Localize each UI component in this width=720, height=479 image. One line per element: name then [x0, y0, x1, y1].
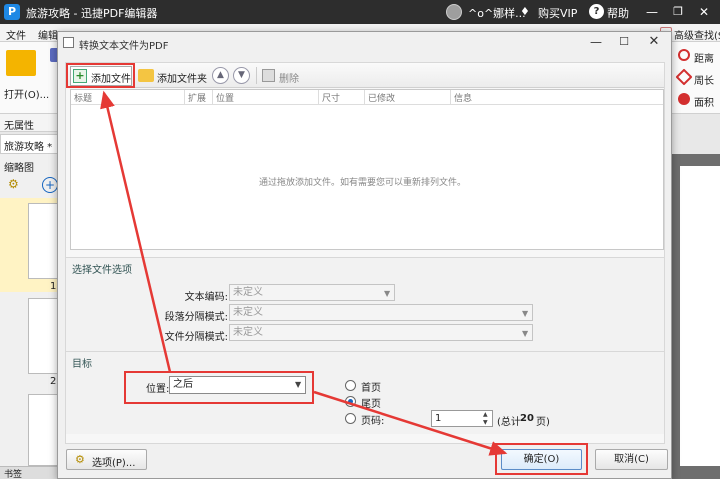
app-logo-icon: P — [4, 4, 20, 20]
ok-highlight-box — [495, 443, 588, 475]
help-button[interactable]: 帮助 — [607, 5, 629, 21]
dialog-toolbar — [66, 63, 664, 88]
dialog-minimize-button[interactable]: — — [586, 34, 606, 50]
radio-last-page-label[interactable]: 尾页 — [361, 395, 381, 410]
document-tab-label: 旅游攻略 * — [4, 142, 53, 153]
delete-button[interactable]: 删除 — [279, 70, 299, 85]
options-label: 选项(P)... — [92, 458, 136, 469]
radio-first-page-label[interactable]: 首页 — [361, 379, 381, 394]
thumbnail-page-number: 1 — [50, 281, 57, 292]
gear-icon: ⚙ — [75, 453, 85, 466]
column-separator[interactable] — [450, 90, 451, 105]
cancel-button[interactable]: 取消(C) — [595, 449, 668, 470]
radio-page-number[interactable] — [345, 413, 356, 424]
document-page[interactable] — [680, 166, 720, 466]
stepper-down-icon[interactable]: ▼ — [483, 419, 488, 426]
radio-first-page[interactable] — [345, 380, 356, 391]
column-separator[interactable] — [184, 90, 185, 105]
dialog-title: 转换文本文件为PDF — [79, 41, 169, 52]
thumbnail-page-number: 2 — [50, 376, 57, 387]
vip-icon[interactable]: ♦ — [520, 5, 530, 18]
file-split-select[interactable]: 未定义 — [229, 324, 533, 341]
dialog-icon — [63, 37, 74, 48]
paragraph-split-label: 段落分隔模式: — [164, 312, 228, 323]
area-tool[interactable]: 面积 — [694, 94, 714, 109]
add-folder-button[interactable]: 添加文件夹 — [157, 70, 207, 85]
menu-edit[interactable]: 编辑 — [38, 27, 58, 42]
dialog-close-button[interactable]: ✕ — [644, 34, 664, 50]
file-list-header — [71, 90, 663, 105]
thumbnail-page-1[interactable] — [28, 203, 60, 279]
app-title: 旅游攻略 - 迅捷PDF编辑器 — [26, 7, 158, 20]
help-icon[interactable]: ? — [589, 4, 604, 19]
menu-file[interactable]: 文件 — [6, 27, 26, 42]
target-title: 目标 — [72, 359, 92, 370]
distance-icon[interactable] — [678, 49, 690, 61]
thumbnail-page-3[interactable] — [28, 394, 60, 466]
radio-page-number-label[interactable]: 页码: — [361, 412, 384, 427]
column-separator[interactable] — [364, 90, 365, 105]
move-down-icon[interactable]: ▼ — [233, 67, 250, 84]
distance-tool[interactable]: 距离 — [694, 50, 714, 65]
open-button[interactable]: 打开(O)... — [4, 86, 49, 101]
text-encoding-label: 文本编码: — [184, 292, 228, 303]
file-split-label: 文件分隔模式: — [164, 332, 228, 343]
radio-selected-dot — [348, 399, 353, 404]
file-list[interactable] — [70, 89, 664, 250]
chevron-down-icon: ▼ — [522, 329, 529, 338]
properties-label: 无属性 — [4, 121, 34, 132]
total-pages-suffix: 页) — [536, 417, 550, 428]
column-modified[interactable]: 已修改 — [368, 91, 395, 104]
move-up-icon[interactable]: ▲ — [212, 67, 229, 84]
app-minimize-button[interactable]: — — [640, 2, 664, 22]
app-close-button[interactable]: ✕ — [692, 2, 716, 22]
delete-icon[interactable] — [262, 69, 275, 82]
column-size[interactable]: 尺寸 — [322, 91, 340, 104]
thumbnails-title: 缩略图 — [4, 163, 34, 174]
column-title[interactable]: 标题 — [74, 91, 92, 104]
chevron-down-icon: ▼ — [384, 289, 391, 298]
column-extension[interactable]: 扩展 — [188, 91, 206, 104]
column-info[interactable]: 信息 — [454, 91, 472, 104]
add-file-highlight-box — [66, 63, 135, 88]
file-options-title: 选择文件选项 — [72, 265, 132, 276]
text-encoding-select[interactable]: 未定义 — [229, 284, 395, 301]
toolbar-divider — [256, 67, 257, 84]
thumbnail-settings-icon[interactable]: ⚙ — [8, 177, 19, 191]
area-icon[interactable] — [678, 93, 690, 105]
column-location[interactable]: 位置 — [216, 91, 234, 104]
perimeter-tool[interactable]: 周长 — [694, 72, 714, 87]
menu-advanced-search[interactable]: 高级查找(S) — [674, 27, 720, 42]
total-pages-prefix: (总计 — [497, 417, 521, 428]
position-highlight-box — [124, 371, 314, 404]
total-pages-count: 20 — [520, 413, 534, 424]
buy-vip-button[interactable]: 购买VIP — [538, 5, 577, 21]
column-separator[interactable] — [212, 90, 213, 105]
open-folder-icon[interactable] — [6, 50, 36, 76]
column-separator[interactable] — [318, 90, 319, 105]
thumbnail-page-2[interactable] — [28, 298, 60, 374]
zoom-in-icon[interactable]: + — [42, 177, 58, 193]
bookmarks-tab-label: 书签 — [4, 470, 23, 479]
add-folder-icon[interactable] — [138, 69, 154, 82]
dialog-maximize-button[interactable]: ☐ — [614, 34, 634, 50]
empty-list-hint: 通过拖放添加文件。如有需要您可以重新排列文件。 — [259, 178, 467, 188]
stepper-up-icon[interactable]: ▲ — [483, 411, 488, 418]
app-maximize-button[interactable]: ❐ — [666, 2, 690, 22]
user-avatar[interactable] — [446, 4, 462, 20]
paragraph-split-select[interactable]: 未定义 — [229, 304, 533, 321]
user-name[interactable]: ^o^娜样... — [468, 5, 526, 21]
chevron-down-icon: ▼ — [522, 309, 529, 318]
